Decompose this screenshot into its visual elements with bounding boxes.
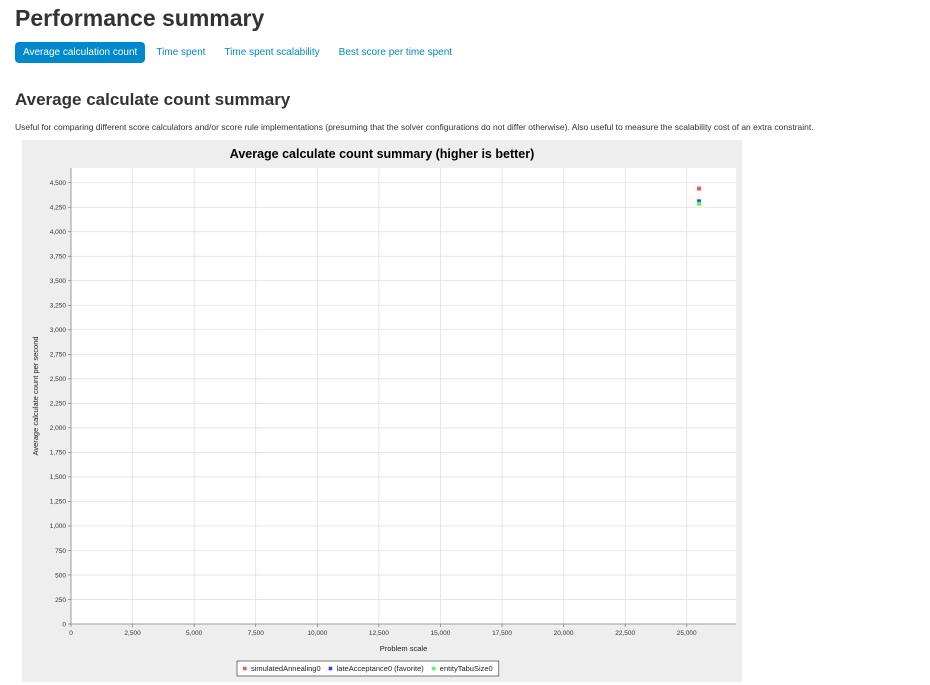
y-tick-label: 2,000 [50,425,67,432]
plot-area [71,168,736,624]
x-axis-label: Problem scale [380,644,428,653]
y-tick-label: 750 [55,548,66,555]
y-tick-label: 3,250 [50,303,67,310]
tab-average-calculation-count[interactable]: Average calculation count [15,42,146,63]
y-tick-label: 1,000 [50,523,67,530]
y-tick-label: 3,750 [50,254,67,261]
x-tick-label: 20,000 [554,630,574,637]
x-tick-label: 0 [69,630,73,637]
legend-swatch-1 [328,666,333,671]
y-tick-label: 2,500 [50,376,67,383]
x-tick-label: 25,000 [677,630,697,637]
y-tick-label: 4,500 [50,180,67,187]
x-tick-label: 12,500 [369,630,389,637]
y-tick-label: 2,250 [50,401,67,408]
legend-label-0: simulatedAnnealing0 [251,664,321,673]
x-tick-label: 15,000 [430,630,450,637]
x-tick-label: 22,500 [615,630,635,637]
chart: Average calculate count summary (higher … [31,147,736,677]
data-point-0 [697,186,702,191]
legend-swatch-2 [431,666,436,671]
legend-label-2: entityTabuSize0 [440,664,493,673]
y-tick-label: 3,000 [50,327,67,334]
y-tick-label: 1,750 [50,450,67,457]
y-tick-label: 3,500 [50,278,67,285]
y-tick-label: 4,250 [50,205,67,212]
tab-time-spent[interactable]: Time spent [148,42,213,63]
y-tick-label: 2,750 [50,352,67,359]
chart-panel: Average calculate count summary (higher … [22,140,742,682]
legend: simulatedAnnealing0 lateAcceptance0 (favo… [236,660,500,677]
legend-swatch-0 [243,666,247,671]
x-tick-label: 7,500 [248,630,265,637]
y-tick-label: 0 [62,621,66,628]
section-description: Useful for comparing different score cal… [15,122,814,132]
tab-bar: Average calculation count Time spent Tim… [15,42,463,63]
y-tick-label: 250 [55,597,66,604]
x-tick-label: 17,500 [492,630,512,637]
legend-label-1: lateAcceptance0 (favorite) [337,664,425,673]
tab-time-spent-scalability[interactable]: Time spent scalability [216,42,327,63]
y-tick-label: 1,500 [50,474,67,481]
chart-title: Average calculate count summary (higher … [230,147,535,161]
y-tick-label: 500 [55,572,66,579]
section-title: Average calculate count summary [15,90,291,109]
x-tick-label: 5,000 [186,630,203,637]
page-title: Performance summary [15,5,265,31]
x-tick-label: 2,500 [124,630,141,637]
y-tick-label: 4,000 [50,229,67,236]
y-tick-label: 1,250 [50,499,67,506]
x-tick-label: 10,000 [307,630,327,637]
data-point-2 [697,201,702,206]
tab-best-score-per-time-spent[interactable]: Best score per time spent [331,42,460,63]
y-axis-label: Average calculate count per second [31,336,40,455]
